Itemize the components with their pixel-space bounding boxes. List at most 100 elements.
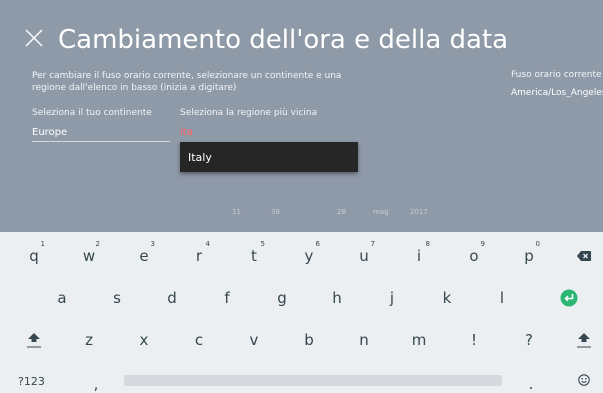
key-g[interactable]: g	[262, 284, 302, 312]
key-s[interactable]: s	[97, 284, 137, 312]
key-exclamation[interactable]: !	[454, 326, 494, 354]
key-w[interactable]: w2	[69, 240, 109, 270]
key-label: ?	[525, 331, 533, 349]
faded-day: 28	[337, 208, 346, 216]
key-label: k	[442, 289, 452, 307]
key-label: g	[277, 289, 287, 307]
key-a[interactable]: a	[42, 284, 82, 312]
continent-field[interactable]: Europe	[32, 126, 170, 142]
key-label: o	[469, 247, 479, 265]
key-hint: 7	[370, 240, 375, 248]
key-label: u	[359, 247, 369, 265]
key-label: n	[359, 331, 369, 349]
key-label: q	[29, 247, 39, 265]
instructions-text: Per cambiare il fuso orario corrente, se…	[32, 71, 342, 93]
key-label: p	[524, 247, 534, 265]
key-label: ?123	[18, 374, 45, 388]
region-label: Seleziona la regione più vicina	[180, 108, 318, 118]
key-label: c	[194, 331, 204, 349]
key-i[interactable]: i8	[399, 240, 439, 270]
key-b[interactable]: b	[289, 326, 329, 354]
backspace-key[interactable]	[564, 242, 603, 270]
shift-key-right[interactable]	[564, 326, 603, 354]
key-hint: 6	[315, 240, 320, 248]
continent-label: Seleziona il tuo continente	[32, 108, 152, 118]
key-hint: 2	[95, 240, 100, 248]
region-field[interactable]: ita	[180, 126, 356, 142]
key-q[interactable]: q1	[14, 240, 54, 270]
page-title: Cambiamento dell'ora e della data	[58, 25, 509, 55]
key-hint: 3	[150, 240, 155, 248]
key-x[interactable]: x	[124, 326, 164, 354]
key-label: l	[499, 289, 505, 307]
key-n[interactable]: n	[344, 326, 384, 354]
key-label: .	[528, 375, 534, 393]
key-p[interactable]: p0	[509, 240, 549, 270]
key-y[interactable]: y6	[289, 240, 329, 270]
key-o[interactable]: o9	[454, 240, 494, 270]
key-hint: 1	[40, 240, 45, 248]
key-r[interactable]: r4	[179, 240, 219, 270]
key-k[interactable]: k	[427, 284, 467, 312]
shift-icon	[27, 333, 41, 348]
key-question[interactable]: ?	[509, 326, 549, 354]
space-bar[interactable]	[124, 375, 502, 386]
enter-key[interactable]	[549, 284, 589, 312]
key-j[interactable]: j	[372, 284, 412, 312]
key-e[interactable]: e3	[124, 240, 164, 270]
key-label: y	[304, 247, 314, 265]
key-label: !	[470, 331, 477, 349]
key-hint: 0	[535, 240, 540, 248]
key-hint: 9	[480, 240, 485, 248]
shift-key-left[interactable]	[14, 326, 54, 354]
emoji-icon	[578, 374, 590, 386]
current-timezone-label: Fuso orario corrente	[511, 70, 602, 80]
key-label: r	[195, 247, 203, 265]
key-v[interactable]: v	[234, 326, 274, 354]
key-label: w	[82, 247, 96, 265]
key-c[interactable]: c	[179, 326, 219, 354]
key-z[interactable]: z	[69, 326, 109, 354]
key-d[interactable]: d	[152, 284, 192, 312]
key-hint: 5	[260, 240, 265, 248]
close-icon[interactable]	[24, 28, 44, 48]
key-label: h	[332, 289, 342, 307]
key-hint: 4	[205, 240, 210, 248]
key-label: j	[389, 289, 395, 307]
key-hint: 8	[425, 240, 430, 248]
faded-minute: 38	[271, 208, 280, 216]
shift-icon	[577, 333, 591, 348]
key-label: i	[416, 247, 422, 265]
faded-hour: 11	[232, 208, 241, 216]
key-label: m	[411, 331, 427, 349]
symbols-key[interactable]: ?123	[18, 367, 58, 393]
current-timezone-value: America/Los_Angeles	[511, 88, 603, 98]
key-period[interactable]: .	[511, 370, 551, 393]
backspace-icon	[577, 251, 591, 261]
settings-panel: Cambiamento dell'ora e della data Per ca…	[0, 0, 603, 232]
key-label: f	[224, 289, 230, 307]
key-label: t	[251, 247, 257, 265]
key-h[interactable]: h	[317, 284, 357, 312]
key-f[interactable]: f	[207, 284, 247, 312]
suggestion-item-italy[interactable]: Italy	[188, 151, 212, 164]
key-l[interactable]: l	[482, 284, 522, 312]
faded-month: mag	[373, 208, 389, 216]
key-label: ,	[93, 375, 99, 393]
on-screen-keyboard: q1 w2 e3 r4 t5 y6 u7 i8 o9 p0 a s d f g …	[0, 232, 603, 393]
key-t[interactable]: t5	[234, 240, 274, 270]
key-label: z	[85, 331, 93, 349]
enter-icon	[560, 289, 578, 307]
faded-year: 2017	[410, 208, 428, 216]
key-label: e	[139, 247, 149, 265]
key-label: b	[304, 331, 314, 349]
key-u[interactable]: u7	[344, 240, 384, 270]
key-label: x	[139, 331, 149, 349]
region-suggestions-dropdown: Italy	[180, 142, 358, 172]
emoji-key[interactable]	[564, 366, 603, 393]
key-label: a	[57, 289, 67, 307]
key-label: v	[249, 331, 259, 349]
key-comma[interactable]: ,	[76, 370, 116, 393]
key-label: d	[167, 289, 177, 307]
key-m[interactable]: m	[399, 326, 439, 354]
